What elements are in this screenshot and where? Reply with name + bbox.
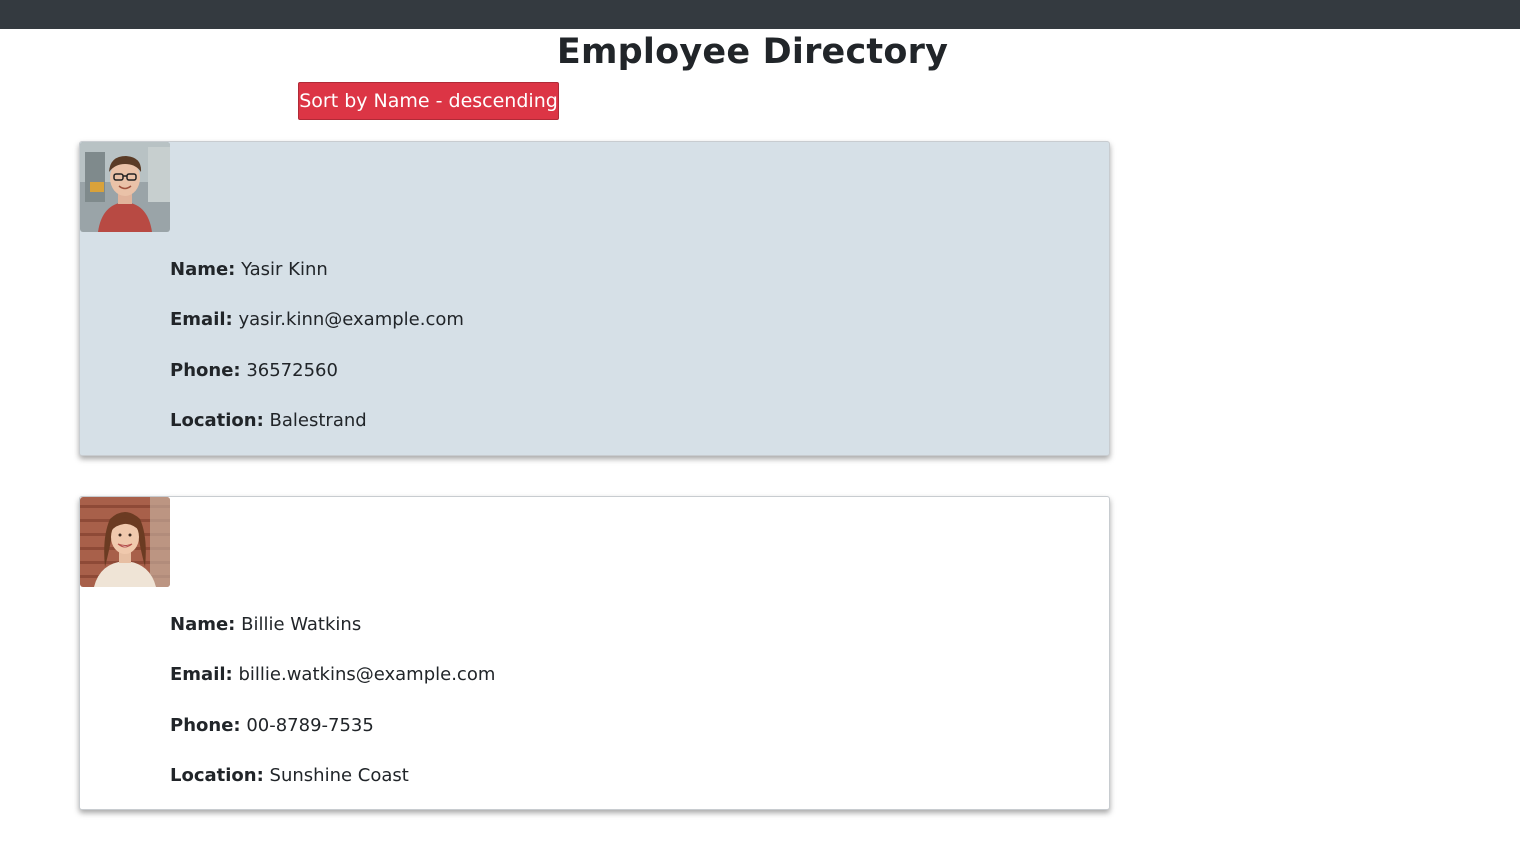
employee-phone: Phone: 00-8789-7535 xyxy=(170,714,374,738)
email-value: yasir.kinn@example.com xyxy=(238,309,464,330)
location-label: Location: xyxy=(170,410,264,431)
name-label: Name: xyxy=(170,259,236,280)
location-value: Balestrand xyxy=(269,410,367,431)
employee-phone: Phone: 36572560 xyxy=(170,359,338,383)
top-navbar xyxy=(0,0,1520,29)
location-value: Sunshine Coast xyxy=(269,765,409,786)
name-value: Yasir Kinn xyxy=(241,259,328,280)
employee-photo xyxy=(80,497,170,587)
email-label: Email: xyxy=(170,309,233,330)
employee-name: Name: Billie Watkins xyxy=(170,613,361,637)
email-value: billie.watkins@example.com xyxy=(238,664,496,685)
employee-card: Name: Yasir Kinn Email: yasir.kinn@examp… xyxy=(79,141,1110,456)
phone-value: 36572560 xyxy=(246,360,338,381)
sort-by-name-button[interactable]: Sort by Name - descending xyxy=(298,82,559,120)
location-label: Location: xyxy=(170,765,264,786)
page-title: Employee Directory xyxy=(556,32,949,72)
employee-email: Email: billie.watkins@example.com xyxy=(170,663,495,687)
name-label: Name: xyxy=(170,614,236,635)
employee-card: Name: Billie Watkins Email: billie.watki… xyxy=(79,496,1110,810)
employee-email: Email: yasir.kinn@example.com xyxy=(170,308,464,332)
name-value: Billie Watkins xyxy=(241,614,362,635)
employee-name: Name: Yasir Kinn xyxy=(170,258,328,282)
phone-label: Phone: xyxy=(170,715,241,736)
email-label: Email: xyxy=(170,664,233,685)
employee-location: Location: Balestrand xyxy=(170,409,367,433)
employee-photo xyxy=(80,142,170,232)
employee-location: Location: Sunshine Coast xyxy=(170,764,409,788)
phone-value: 00-8789-7535 xyxy=(246,715,374,736)
phone-label: Phone: xyxy=(170,360,241,381)
